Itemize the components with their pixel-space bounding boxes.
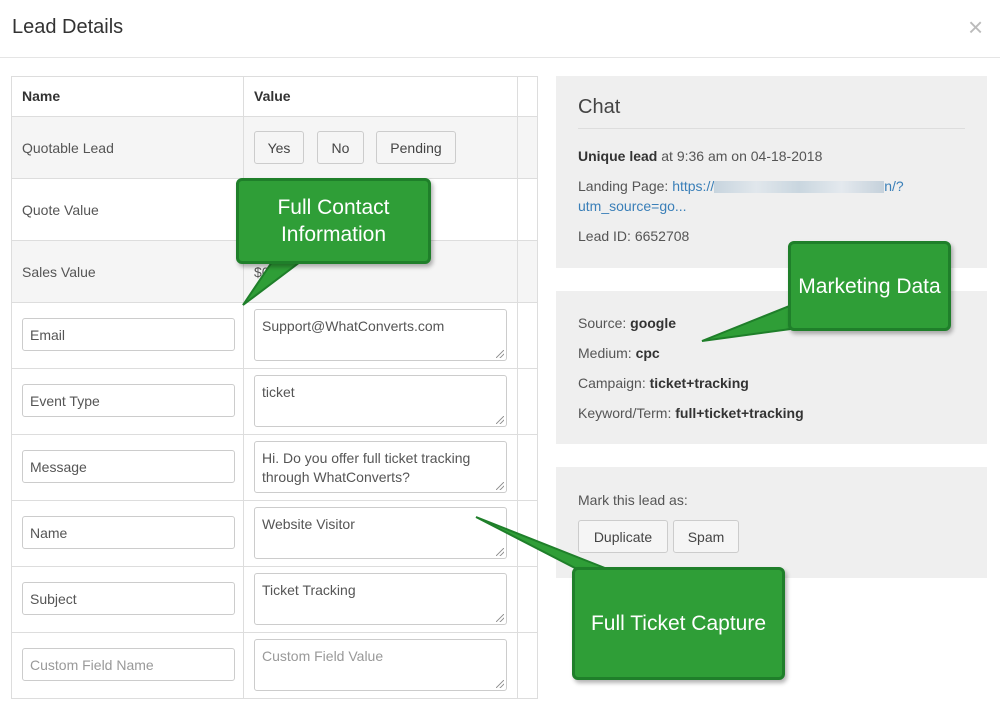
field-value-text: Ticket Tracking (262, 582, 356, 598)
divider (578, 128, 965, 129)
resize-grip-icon[interactable] (496, 548, 504, 556)
field-name-input[interactable]: Email (22, 318, 235, 351)
table-row: Event Type ticket (12, 368, 537, 434)
resize-grip-icon[interactable] (496, 482, 504, 490)
field-name-input[interactable]: Event Type (22, 384, 235, 417)
resize-grip-icon[interactable] (496, 614, 504, 622)
spam-button[interactable]: Spam (673, 520, 739, 553)
table-row: Name Website Visitor (12, 500, 537, 566)
field-value-textarea[interactable]: Website Visitor (254, 507, 507, 559)
sales-value-amount: $0 (254, 264, 270, 280)
field-name-input[interactable]: Subject (22, 582, 235, 615)
field-name-input[interactable]: Name (22, 516, 235, 549)
quotable-pending-button[interactable]: Pending (376, 131, 456, 164)
table-header-row: Name Value (12, 76, 537, 116)
custom-field-value-textarea[interactable]: Custom Field Value (254, 639, 507, 691)
name-column-header: Name (22, 88, 61, 104)
chat-title: Chat (578, 96, 621, 118)
redacted-url-segment (714, 181, 885, 194)
quotable-yes-button[interactable]: Yes (254, 131, 304, 164)
table-row: Email Support@WhatConverts.com (12, 302, 537, 368)
quote-value-label: Quote Value (22, 202, 99, 218)
resize-grip-icon[interactable] (496, 416, 504, 424)
modal-title: Lead Details (12, 16, 124, 38)
modal-header: Lead Details × (0, 0, 1000, 58)
mark-lead-panel: Mark this lead as: Duplicate Spam (556, 467, 987, 578)
table-row: Message Hi. Do you offer full ticket tra… (12, 434, 537, 500)
quotable-no-button[interactable]: No (317, 131, 364, 164)
medium-text: Medium: cpc (578, 345, 660, 361)
keyword-text: Keyword/Term: full+ticket+tracking (578, 405, 804, 421)
custom-field-name-input[interactable]: Custom Field Name (22, 648, 235, 681)
field-value-text: Support@WhatConverts.com (262, 318, 445, 334)
quotable-lead-row: Quotable Lead Yes No Pending (12, 116, 537, 178)
lead-fields-table: Name Value Quotable Lead Yes No Pending … (11, 76, 538, 699)
table-row: Subject Ticket Tracking (12, 566, 537, 632)
field-value-textarea[interactable]: Hi. Do you offer full ticket tracking th… (254, 441, 507, 493)
custom-field-row: Custom Field Name Custom Field Value (12, 632, 537, 698)
quotable-lead-label: Quotable Lead (22, 140, 114, 156)
value-column-header: Value (254, 88, 291, 104)
field-value-text: Website Visitor (262, 516, 355, 532)
field-value-text: ticket (262, 384, 295, 400)
close-icon[interactable]: × (968, 14, 983, 40)
field-value-textarea[interactable]: Ticket Tracking (254, 573, 507, 625)
ticket-capture-callout: Full Ticket Capture (572, 567, 785, 680)
unique-lead-text: Unique lead at 9:36 am on 04-18-2018 (578, 148, 823, 164)
field-value-textarea[interactable]: Support@WhatConverts.com (254, 309, 507, 361)
marketing-data-callout: Marketing Data (788, 241, 951, 331)
resize-grip-icon[interactable] (496, 350, 504, 358)
custom-field-value-placeholder: Custom Field Value (262, 648, 384, 664)
source-text: Source: google (578, 315, 677, 331)
mark-lead-label: Mark this lead as: (578, 492, 688, 508)
landing-page-text: Landing Page: https://n/? utm_source=go..… (578, 178, 904, 214)
lead-id-text: Lead ID: 6652708 (578, 228, 690, 244)
resize-grip-icon[interactable] (496, 680, 504, 688)
chat-panel: Chat Unique lead at 9:36 am on 04-18-201… (556, 76, 987, 268)
field-name-input[interactable]: Message (22, 450, 235, 483)
duplicate-button[interactable]: Duplicate (578, 520, 668, 553)
field-value-text: Hi. Do you offer full ticket tracking th… (262, 450, 471, 485)
contact-info-callout: Full Contact Information (236, 178, 431, 264)
field-value-textarea[interactable]: ticket (254, 375, 507, 427)
campaign-text: Campaign: ticket+tracking (578, 375, 749, 391)
sales-value-label: Sales Value (22, 264, 96, 280)
